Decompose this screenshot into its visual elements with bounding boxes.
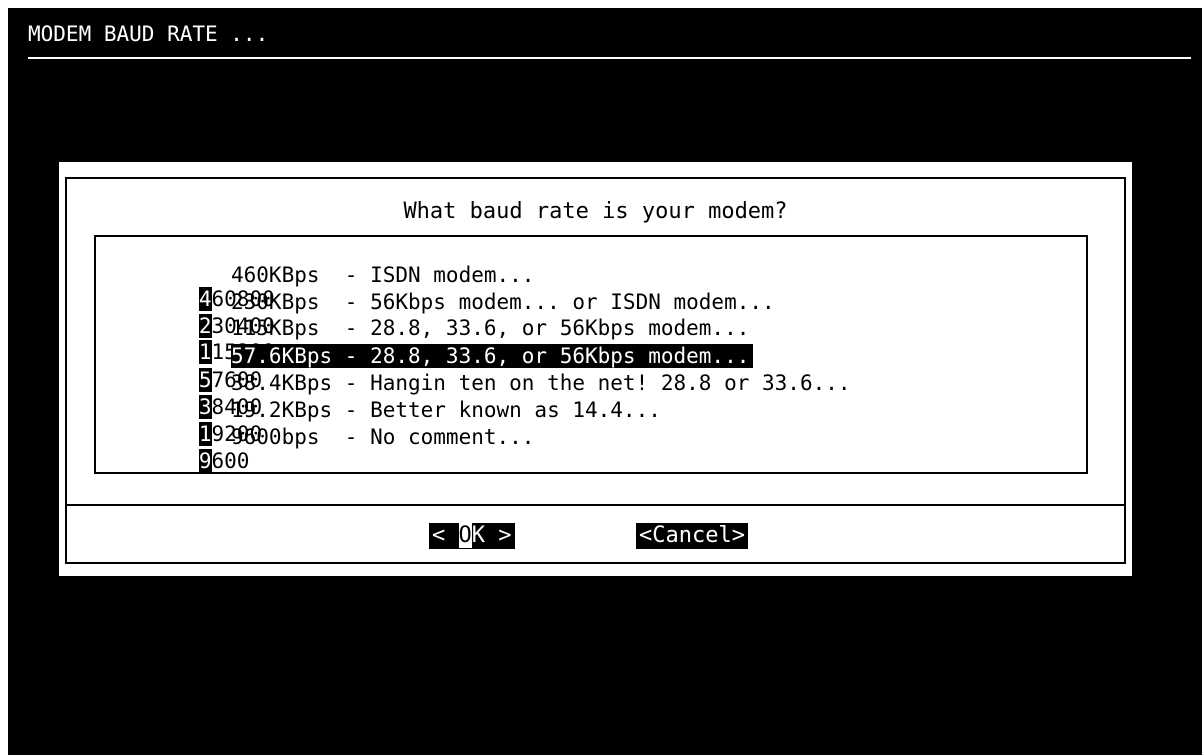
- menu-item-description: 9600bps - No comment...: [231, 425, 535, 449]
- ok-button-hotkey: O: [458, 523, 472, 548]
- menu-item-description: 230KBps - 56Kbps modem... or ISDN modem.…: [231, 290, 775, 314]
- dialog-prompt: What baud rate is your modem?: [403, 199, 788, 224]
- menu-item-hotkey: 9: [198, 449, 212, 473]
- cancel-button-left: <: [639, 523, 653, 548]
- menu-item-description: 460KBps - ISDN modem...: [231, 263, 535, 287]
- menu-item-460800[interactable]: 460800 460KBps - ISDN modem...: [123, 263, 534, 311]
- baud-rate-dialog: What baud rate is your modem? 460800 460…: [59, 162, 1132, 576]
- menu-item-tag: 9600: [198, 449, 250, 473]
- ok-button-rest: K >: [471, 523, 512, 548]
- menu-item-57600-selected[interactable]: 57600 57.6KBps - 28.8, 33.6, or 56Kbps m…: [123, 344, 754, 392]
- menu-item-230400[interactable]: 230400 230KBps - 56Kbps modem... or ISDN…: [123, 290, 775, 338]
- cancel-button-rest: ancel>: [665, 523, 745, 548]
- cancel-button-hotkey: C: [652, 523, 666, 548]
- menu-item-19200[interactable]: 19200 19.2KBps - Better known as 14.4...: [123, 398, 661, 446]
- cancel-button[interactable]: <Cancel>: [636, 523, 748, 549]
- menu-item-description: 115KBps - 28.8, 33.6, or 56Kbps modem...: [231, 316, 750, 340]
- backtitle: MODEM BAUD RATE ...: [28, 22, 269, 46]
- menu-item-description: 57.6KBps - 28.8, 33.6, or 56Kbps modem..…: [231, 344, 754, 368]
- menu-item-9600[interactable]: 9600 9600bps - No comment...: [123, 425, 534, 473]
- menu-item-tag-rest: 600: [211, 449, 250, 473]
- menu-item-115200[interactable]: 115200 115KBps - 28.8, 33.6, or 56Kbps m…: [123, 316, 749, 364]
- button-separator: [65, 504, 1126, 506]
- menu-item-description: 19.2KBps - Better known as 14.4...: [231, 398, 661, 422]
- menu-item-38400[interactable]: 38400 38.4KBps - Hangin ten on the net! …: [123, 371, 851, 419]
- ok-button[interactable]: < OK >: [429, 523, 515, 549]
- terminal-screen: MODEM BAUD RATE ... What baud rate is yo…: [8, 8, 1202, 755]
- ok-button-left: <: [432, 523, 459, 548]
- backtitle-rule: [28, 57, 1191, 59]
- menu-item-description: 38.4KBps - Hangin ten on the net! 28.8 o…: [231, 371, 851, 395]
